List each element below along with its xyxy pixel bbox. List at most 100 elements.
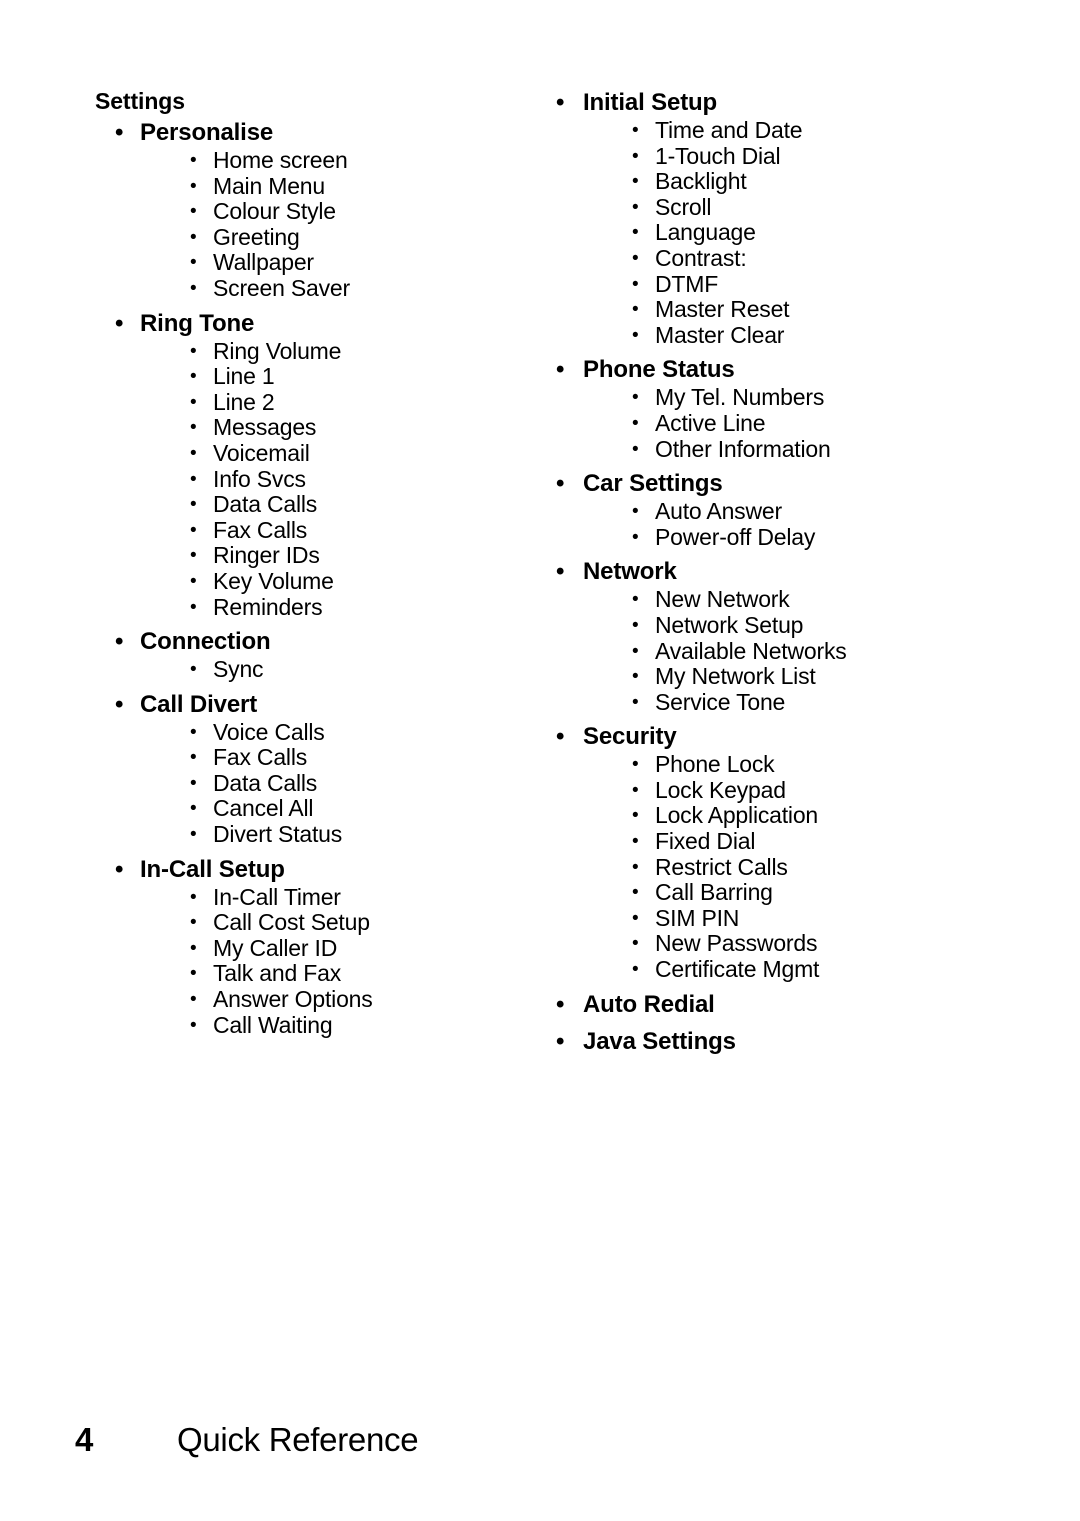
menu-subitem-label: Colour Style [213, 198, 336, 225]
menu-group-heading-label: Auto Redial [583, 990, 715, 1018]
bullet-icon: • [190, 772, 197, 794]
menu-subitem-label: New Passwords [655, 930, 818, 957]
bullet-icon: • [190, 963, 197, 985]
menu-subitem-label: Main Menu [213, 172, 325, 199]
menu-subitem-label: Network Setup [655, 611, 804, 638]
menu-subitem: • Wallpaper [95, 250, 525, 276]
bullet-icon: • [632, 959, 639, 981]
bullet-icon: • [190, 417, 197, 439]
menu-group-heading: • Initial Setup [535, 88, 1015, 118]
menu-subitem: • SIM PIN [535, 905, 1015, 932]
bullet-icon: • [115, 855, 124, 883]
menu-subitem: • Lock Application [535, 803, 1015, 829]
menu-group-heading: • Network [535, 557, 1015, 587]
menu-subitem-label: In-Call Timer [213, 883, 341, 910]
menu-subitem: • Greeting [95, 223, 525, 251]
menu-subitem-list: • Voice Calls • Fax Calls • Data Calls • Cancel… [95, 719, 525, 848]
menu-subitem: • Info Svcs [95, 466, 525, 493]
bullet-icon: • [632, 754, 639, 776]
bullet-icon: • [190, 659, 197, 681]
menu-group-heading: • Java Settings [535, 1027, 1015, 1057]
bullet-icon: • [632, 933, 639, 955]
bullet-icon: • [556, 558, 565, 586]
bullet-icon: • [632, 120, 639, 141]
bullet-icon: • [632, 145, 639, 167]
menu-subitem: • Auto Answer [535, 498, 1015, 525]
menu-subitem: • Fax Calls [95, 744, 525, 771]
menu-subitem-label: Answer Options [213, 986, 373, 1013]
menu-subitem: • Master Clear [535, 321, 1015, 349]
menu-subitem: • Home screen [95, 147, 525, 174]
menu-subitem-label: Available Networks [655, 637, 847, 664]
menu-group-heading-label: Security [583, 723, 677, 751]
bullet-icon: • [632, 691, 639, 713]
bullet-icon: • [632, 907, 639, 929]
menu-group-heading: • Security [535, 722, 1015, 752]
menu-subitem-label: Fixed Dial [655, 828, 756, 855]
menu-subitem-list: • New Network • Network Setup • Available Net… [535, 587, 1015, 715]
menu-subitem-label: Phone Lock [655, 751, 775, 778]
menu-subitem: • Answer Options [95, 986, 525, 1013]
menu-subitem: • Line 2 [95, 389, 525, 416]
menu-subitem-label: Time and Date [655, 117, 803, 143]
bullet-icon: • [115, 309, 124, 337]
menu-subitem-label: Reminders [213, 593, 323, 620]
menu-subitem-label: Other Information [655, 435, 831, 462]
menu-subitem-label: Home screen [213, 147, 348, 173]
menu-group-heading-label: Connection [140, 628, 271, 656]
menu-subitem: • Main Menu [95, 172, 525, 200]
menu-subitem-label: Talk and Fax [213, 960, 341, 987]
bullet-icon: • [190, 252, 197, 274]
bullet-icon: • [556, 990, 565, 1018]
bullet-icon: • [632, 247, 639, 269]
menu-subitem-list: • Time and Date • 1-Touch Dial • Backlight • Sc… [535, 117, 1015, 349]
menu-subitem-label: Master Clear [655, 321, 785, 348]
bullet-icon: • [632, 412, 639, 434]
bullet-icon: • [632, 805, 639, 827]
bullet-icon: • [556, 356, 565, 384]
menu-subitem-label: Sync [213, 656, 264, 683]
bullet-icon: • [190, 596, 197, 618]
bullet-icon: • [556, 1027, 565, 1055]
bullet-icon: • [632, 666, 639, 688]
menu-subitem: • Sync [95, 656, 525, 683]
menu-subitem: • New Network [535, 587, 1015, 613]
menu-group-heading-label: Phone Status [583, 356, 735, 384]
bullet-icon: • [632, 324, 639, 346]
menu-subitem-label: DTMF [655, 270, 719, 297]
bullet-icon: • [190, 340, 197, 362]
menu-subitem: • My Caller ID [95, 935, 525, 962]
bullet-icon: • [190, 824, 197, 846]
menu-subitem-list: • In-Call Timer • Call Cost Setup • My Caller… [95, 883, 525, 1039]
menu-subitem-label: Data Calls [213, 769, 318, 796]
bullet-icon: • [190, 721, 197, 743]
menu-subitem: • DTMF [535, 270, 1015, 298]
bullet-icon: • [632, 882, 639, 904]
menu-subitem: • Messages [95, 415, 525, 441]
menu-subitem-list: • Auto Answer • Power-off Delay [535, 498, 1015, 550]
bullet-icon: • [190, 545, 197, 567]
menu-subitem: • Cancel All [95, 796, 525, 822]
menu-subitem: • Screen Saver [95, 275, 525, 302]
menu-subitem: • My Network List [535, 663, 1015, 690]
menu-subitem-label: Language [655, 219, 756, 246]
menu-subitem-label: Lock Keypad [655, 776, 786, 803]
bullet-icon: • [115, 690, 124, 718]
bullet-icon: • [632, 438, 639, 460]
bullet-icon: • [632, 589, 639, 611]
menu-group-heading-label: Personalise [140, 119, 274, 146]
menu-subitem-label: Key Volume [213, 567, 334, 594]
menu-subitem-label: Cancel All [213, 795, 314, 822]
bullet-icon: • [632, 614, 639, 636]
menu-subitem-label: Greeting [213, 223, 300, 250]
menu-subitem: • Master Reset [535, 296, 1015, 323]
menu-subitem: • Divert Status [95, 821, 525, 848]
bullet-icon: • [190, 391, 197, 413]
menu-group-heading-label: Call Divert [140, 690, 258, 718]
bullet-icon: • [632, 526, 639, 548]
bullet-icon: • [190, 366, 197, 388]
left-column-groups: • Personalise • Home screen • Main Menu • Colou… [95, 118, 525, 1038]
menu-subitem: • Data Calls [95, 769, 525, 797]
menu-subitem-list: • Sync [95, 656, 525, 683]
menu-subitem: • Service Tone [535, 689, 1015, 716]
